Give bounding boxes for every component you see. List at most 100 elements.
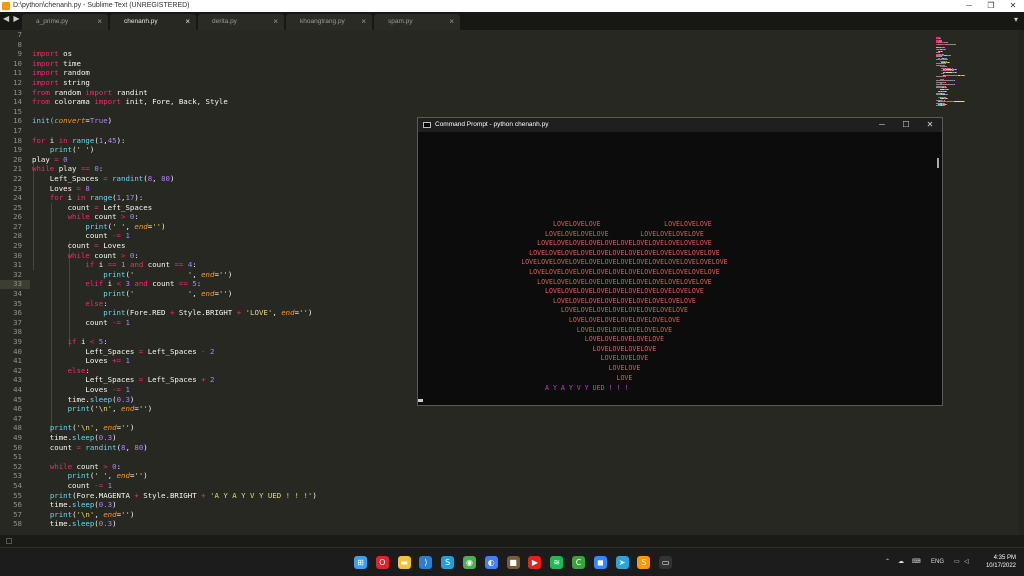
line-number: 38 [13, 327, 22, 337]
tab-chenanh[interactable]: chenanh.py × [110, 14, 196, 30]
line-number: 14 [13, 97, 22, 107]
line-number: 13 [13, 87, 22, 97]
tab-khoangtrang[interactable]: khoangtrang.py × [286, 14, 372, 30]
heart-line: LOVELOVELOVELOVE [418, 344, 657, 353]
close-button[interactable]: ✕ [1002, 0, 1024, 12]
tab-menu-icon[interactable]: ▾ [1014, 15, 1018, 24]
network-icon[interactable]: ▭ [954, 557, 960, 567]
line-number: 33 [13, 279, 22, 289]
messenger-icon[interactable]: ◐ [484, 556, 498, 569]
keyboard-icon[interactable]: ⌨ [912, 557, 921, 567]
command-prompt-icon[interactable]: ▭ [659, 556, 673, 569]
tab-nav-arrows-icon[interactable]: ◀ ▶ [3, 14, 21, 23]
heart-line: LOVELOVELOVELOVE LOVELOVELOVELOVE [418, 229, 704, 238]
heart-line: LOVELOVELOVE LOVELOVELOVE [418, 220, 712, 228]
minimap-mark [943, 46, 945, 48]
line-number: 35 [13, 298, 22, 308]
minimap-mark [964, 101, 966, 103]
minimap-mark [955, 71, 957, 73]
cloud-icon[interactable]: ☁ [898, 557, 904, 567]
zoom-icon[interactable]: ◼ [593, 556, 607, 569]
line-number: 53 [13, 471, 22, 481]
code-line: import string [32, 77, 90, 87]
cmd-scrollbar[interactable] [937, 158, 939, 168]
line-number: 27 [13, 221, 22, 231]
tab-label: chenanh.py [124, 18, 158, 25]
minecraft-icon[interactable]: ■ [506, 556, 520, 569]
line-number: 10 [13, 58, 22, 68]
chrome-icon[interactable]: ◉ [463, 556, 476, 569]
tab-close-icon[interactable]: × [273, 14, 278, 30]
panel-toggle-icon[interactable] [6, 538, 12, 544]
cmd-minimize-button[interactable]: ─ [872, 118, 892, 132]
spotify-icon[interactable]: ≋ [550, 556, 564, 569]
code-line: import os [32, 49, 73, 59]
telegram-icon[interactable]: ➤ [615, 556, 629, 569]
cmd-output[interactable]: LOVELOVELOVE LOVELOVELOVE LOVELOVELOVELO… [418, 132, 942, 405]
line-number: 50 [13, 442, 22, 452]
code-line: print('\n', end='') [49, 509, 135, 519]
line-number: 20 [13, 154, 22, 164]
code-line: while count > 0: [49, 461, 122, 471]
windows-start-icon[interactable]: ⊞ [354, 556, 367, 569]
editor-scrollbar[interactable] [1018, 30, 1024, 535]
cmd-title-bar: Command Prompt - python chenanh.py ─ ☐ ✕ [418, 118, 942, 132]
minimize-button[interactable]: ─ [958, 0, 980, 12]
tab-derita[interactable]: derita.py × [198, 14, 284, 30]
minimap-mark [947, 98, 949, 100]
line-number: 31 [13, 260, 22, 270]
volume-icon[interactable]: ◁ [964, 557, 969, 567]
minimap-mark [936, 76, 945, 77]
tab-close-icon[interactable]: × [449, 14, 454, 30]
line-number: 47 [13, 413, 22, 423]
tab-close-icon[interactable]: × [185, 14, 190, 30]
code-line: import time [32, 58, 81, 68]
opera-icon[interactable]: O [375, 556, 389, 569]
youtube-icon[interactable]: ▶ [528, 556, 542, 569]
tab-bar: ◀ ▶ a_prime.py × chenanh.py × derita.py … [0, 12, 1024, 30]
line-number: 23 [13, 183, 22, 193]
line-number: 34 [13, 289, 22, 299]
command-prompt-window[interactable]: Command Prompt - python chenanh.py ─ ☐ ✕… [417, 117, 943, 406]
cmd-maximize-button[interactable]: ☐ [896, 118, 916, 132]
cmd-close-button[interactable]: ✕ [920, 118, 940, 132]
camtasia-icon[interactable]: C [572, 556, 585, 569]
vscode-icon[interactable]: ⟩ [419, 556, 433, 569]
heart-line: LOVELOVELOVELOVELOVELOVELOVELOVELOVELOVE… [418, 277, 712, 286]
minimap-mark [945, 104, 947, 105]
line-number: 52 [13, 461, 22, 471]
minimap-mark [954, 84, 955, 86]
language-indicator[interactable]: ENG [931, 557, 944, 567]
line-number: 24 [13, 193, 22, 203]
chevron-up-icon[interactable]: ⌃ [885, 557, 890, 567]
system-clock[interactable]: 4:35 PM 10/17/2022 [972, 554, 1016, 570]
code-line: count -= 1 [32, 480, 113, 490]
line-number: 22 [13, 173, 22, 183]
tab-close-icon[interactable]: × [361, 14, 366, 30]
line-number: 26 [13, 212, 22, 222]
minimap[interactable] [934, 30, 1024, 535]
code-line: time.sleep(0.3) [32, 500, 117, 510]
line-number: 9 [17, 49, 22, 59]
desktop-screen: D:\python\chenanh.py - Sublime Text (UNR… [0, 0, 1024, 576]
maximize-button[interactable]: ❐ [980, 0, 1002, 12]
heart-line: LOVELOVELOVELOVELOVELOVELOVELOVELOVELOVE… [418, 248, 720, 257]
tab-spam[interactable]: spam.py × [374, 14, 460, 30]
line-number: 48 [13, 423, 22, 433]
heart-line: LOVELOVELOVELOVELOVELOVELOVELOVELOVELOVE [418, 287, 704, 296]
tab-label: spam.py [388, 18, 413, 25]
file-explorer-icon[interactable]: ▬ [397, 556, 411, 569]
tab-close-icon[interactable]: × [97, 14, 102, 30]
heart-line: LOVELOVELOVELOVELOVELOVELOVELOVELOVELOVE… [418, 239, 712, 248]
line-number: 18 [13, 135, 22, 145]
code-line: time.sleep(0.3) [32, 432, 117, 442]
line-number: 43 [13, 375, 22, 385]
skype-icon[interactable]: S [441, 556, 455, 569]
tab-a-prime[interactable]: a_prime.py × [22, 14, 108, 30]
sublime-text-icon [2, 2, 10, 10]
sublime-text-icon[interactable]: S [637, 556, 651, 569]
minimap-mark [945, 76, 947, 77]
